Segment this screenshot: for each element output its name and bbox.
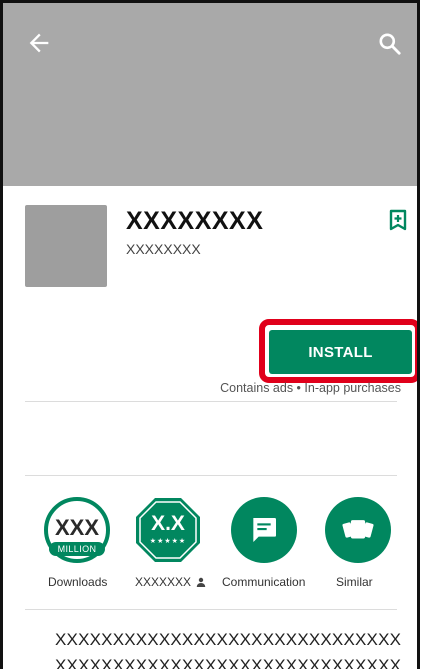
similar-label: Similar <box>336 575 373 589</box>
developer-name[interactable]: XXXXXXXX <box>126 241 201 257</box>
arrow-back-icon[interactable] <box>25 29 53 57</box>
downloads-unit: MILLION <box>49 542 105 556</box>
app-title: XXXXXXXX <box>126 207 264 235</box>
feature-graphic <box>3 3 417 186</box>
install-button[interactable]: INSTALL <box>269 330 412 374</box>
category-badge[interactable] <box>231 497 297 563</box>
description-line: XXXXXXXXXXXXXXXXXXXXXXXXXXXXXX <box>55 630 402 649</box>
app-description: XXXXXXXXXXXXXXXXXXXXXXXXXXXXXX XXXXXXXXX… <box>55 627 401 669</box>
rating-value: X.X <box>151 512 185 535</box>
similar-circle <box>325 497 391 563</box>
cards-icon <box>342 520 374 539</box>
contains-ads-note: Contains ads • In-app purchases <box>220 381 401 395</box>
search-icon[interactable] <box>377 31 403 57</box>
divider <box>25 475 397 476</box>
category-circle <box>231 497 297 563</box>
downloads-count: XXX <box>54 515 100 540</box>
rating-badge[interactable]: X.X ★★★★★ <box>135 497 201 563</box>
divider <box>25 609 397 610</box>
rating-count: XXXXXXX <box>135 575 192 589</box>
chat-bubble-icon <box>253 518 276 542</box>
downloads-label: Downloads <box>48 575 108 589</box>
app-icon <box>25 205 107 287</box>
bookmark-add-icon[interactable] <box>388 209 408 231</box>
divider <box>25 401 397 402</box>
app-details-screen: XXXXXXXX XXXXXXXX INSTALL Contains ads •… <box>0 0 420 669</box>
rating-count-label: XXXXXXX <box>135 575 206 589</box>
category-label: Communication <box>222 575 306 589</box>
description-line: XXXXXXXXXXXXXXXXXXXXXXXXXXXXXX <box>55 656 402 669</box>
rating-stars: ★★★★★ <box>149 538 187 545</box>
downloads-badge: XXX MILLION <box>44 497 110 563</box>
person-icon <box>197 577 206 587</box>
similar-badge[interactable] <box>325 497 391 563</box>
